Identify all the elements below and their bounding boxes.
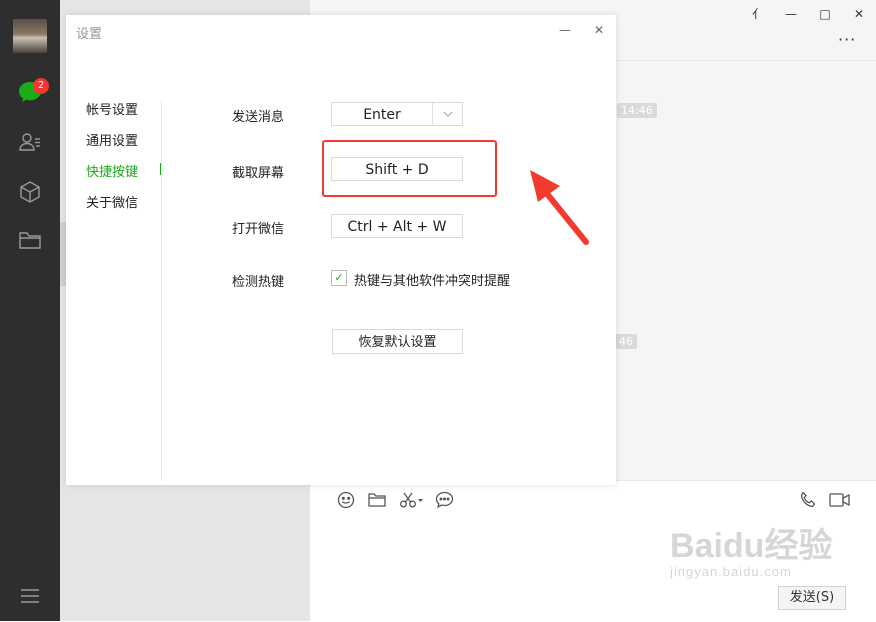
open-wechat-hotkey-field[interactable]: Ctrl + Alt + W: [331, 214, 463, 238]
send-button[interactable]: 发送(S): [778, 586, 846, 610]
pin-icon[interactable]: ⺅: [747, 5, 769, 23]
send-key-dropdown[interactable]: Enter: [331, 102, 463, 126]
scissors-icon[interactable]: [398, 490, 426, 510]
maximize-button[interactable]: □: [814, 5, 836, 23]
hotkey-conflict-label: 热键与其他软件冲突时提醒: [354, 274, 511, 289]
settings-dialog: 设置 — ✕ 帐号设置 通用设置 快捷按键 关于微信 发送消息 Enter 截取…: [66, 15, 616, 485]
watermark: Baidu经验 jingyan.baidu.com: [670, 528, 832, 579]
nav-item-shortcuts[interactable]: 快捷按键: [86, 161, 138, 180]
send-message-label: 发送消息: [232, 110, 285, 125]
chat-bubble-icon[interactable]: [434, 490, 454, 510]
avatar[interactable]: [13, 19, 47, 53]
highlight-box: [322, 140, 497, 197]
minimize-button[interactable]: —: [780, 5, 802, 23]
cube-icon[interactable]: [17, 179, 43, 205]
app-sidebar: 2: [0, 0, 60, 621]
nav-item-account[interactable]: 帐号设置: [86, 99, 138, 118]
message-timestamp: 14:46: [617, 103, 657, 118]
dialog-title: 设置: [76, 27, 103, 42]
folder-icon[interactable]: [17, 227, 43, 253]
close-button[interactable]: ✕: [848, 5, 870, 23]
hotkey-conflict-checkbox[interactable]: ✓: [331, 270, 347, 286]
dialog-minimize-button[interactable]: —: [556, 21, 574, 39]
phone-icon[interactable]: [798, 490, 818, 510]
annotation-arrow-icon: [530, 170, 589, 245]
dialog-close-button[interactable]: ✕: [590, 21, 608, 39]
open-wechat-label: 打开微信: [232, 222, 285, 237]
detect-hotkey-label: 检测热键: [232, 275, 285, 290]
contacts-icon[interactable]: [17, 129, 43, 155]
more-options-icon[interactable]: ···: [838, 30, 856, 49]
video-call-icon[interactable]: [829, 490, 851, 510]
screenshot-label: 截取屏幕: [232, 166, 285, 181]
send-key-value: Enter: [363, 107, 401, 123]
restore-defaults-button[interactable]: 恢复默认设置: [332, 329, 463, 354]
unread-badge: 2: [33, 78, 49, 94]
nav-item-general[interactable]: 通用设置: [86, 130, 138, 149]
message-timestamp: 46: [615, 334, 637, 349]
nav-divider: [161, 101, 162, 481]
watermark-url: jingyan.baidu.com: [670, 564, 792, 579]
emoji-icon[interactable]: [336, 490, 356, 510]
watermark-logo: Baidu经验: [670, 527, 833, 565]
menu-icon[interactable]: [17, 583, 43, 609]
folder-icon[interactable]: [367, 490, 387, 510]
nav-item-about[interactable]: 关于微信: [86, 192, 138, 211]
chevron-down-icon[interactable]: [433, 103, 462, 125]
